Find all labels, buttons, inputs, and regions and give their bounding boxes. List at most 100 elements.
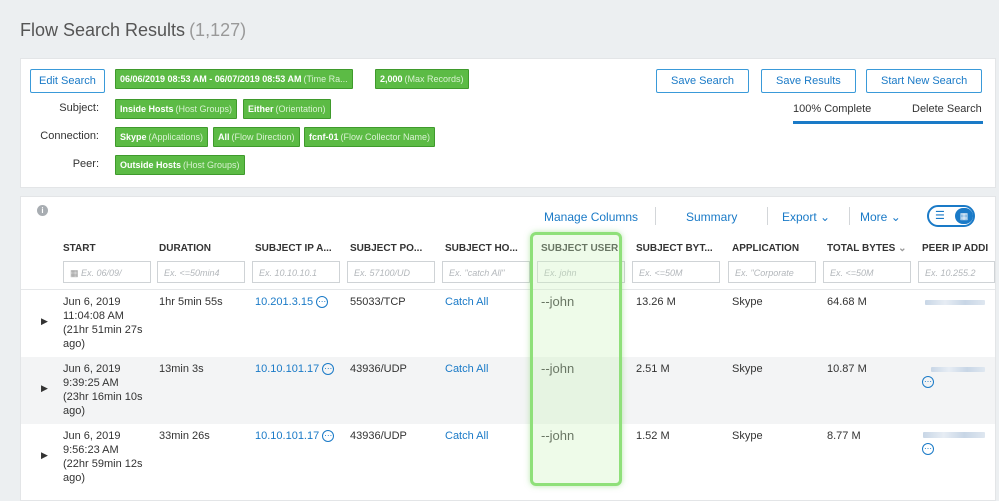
sort-desc-icon: ⌄ <box>898 243 907 254</box>
flow-direction-value: All <box>218 132 230 142</box>
subject-host-link[interactable]: Catch All <box>445 295 488 309</box>
delete-search-link[interactable]: Delete Search <box>912 103 982 115</box>
subject-orientation-value: Either <box>248 104 274 114</box>
subject-ip-link[interactable]: 10.10.101.17 <box>255 363 319 375</box>
subject-ip-filter-input[interactable]: Ex. 10.10.10.1 <box>252 261 340 283</box>
subject-bytes-cell: 2.51 M <box>636 363 670 375</box>
column-header-duration[interactable]: DURATION <box>159 243 211 254</box>
subject-bytes-cell: 1.52 M <box>636 430 670 442</box>
manage-columns-link[interactable]: Manage Columns <box>544 210 638 224</box>
save-search-button[interactable]: Save Search <box>656 69 749 93</box>
duration-cell: 33min 26s <box>159 430 210 442</box>
subject-port-cell: 43936/UDP <box>350 363 407 375</box>
peer-ip-redacted <box>931 367 985 372</box>
table-row[interactable]: ▶ Jun 6, 2019 9:39:25 AM (23hr 16min 10s… <box>21 357 995 424</box>
page-title: Flow Search Results (1,127) <box>20 20 246 41</box>
time-range-label: (Time Ra... <box>303 74 348 84</box>
peer-hosts-chip[interactable]: Outside Hosts (Host Groups) <box>115 155 245 175</box>
subject-orientation-chip[interactable]: Either (Orientation) <box>243 99 331 119</box>
total-bytes-filter-input[interactable]: Ex. <=50M <box>823 261 911 283</box>
connection-app-label: (Applications) <box>148 132 204 142</box>
subject-ip-cell[interactable]: 10.201.3.15 ⋯ <box>255 295 329 309</box>
export-label: Export <box>782 210 817 224</box>
more-menu[interactable]: More ⌄ <box>860 210 901 224</box>
subject-host-link[interactable]: Catch All <box>445 362 488 376</box>
save-results-button[interactable]: Save Results <box>761 69 856 93</box>
application-filter-input[interactable]: Ex. "Corporate <box>728 261 816 283</box>
more-label: More <box>860 210 888 224</box>
table-row[interactable]: ▶ Jun 6, 2019 11:04:08 AM (21hr 51min 27… <box>21 290 995 357</box>
connection-app-chip[interactable]: Skype (Applications) <box>115 127 209 147</box>
toolbar-divider <box>655 207 656 225</box>
start-ago: ago) <box>63 405 86 417</box>
expand-row-icon[interactable]: ▶ <box>41 316 48 327</box>
column-header-subject-port[interactable]: SUBJECT PO... <box>350 243 422 254</box>
more-options-icon[interactable]: ⋯ <box>922 443 934 456</box>
start-cell: Jun 6, 2019 9:39:25 AM (23hr 16min 10s a… <box>63 362 143 418</box>
start-date: Jun 6, 2019 <box>63 363 121 375</box>
time-range-chip[interactable]: 06/06/2019 08:53 AM - 06/07/2019 08:53 A… <box>115 69 353 89</box>
start-ago: ago) <box>63 338 86 350</box>
start-filter-input[interactable]: ▦ Ex. 06/09/ <box>63 261 151 283</box>
subject-ip-cell[interactable]: 10.10.101.17 ⋯ <box>255 429 335 443</box>
column-header-total-bytes[interactable]: TOTAL BYTES ⌄ <box>827 243 907 254</box>
start-date: Jun 6, 2019 <box>63 296 121 308</box>
more-options-icon[interactable]: ⋯ <box>316 296 329 309</box>
column-header-start[interactable]: START <box>63 243 96 254</box>
flow-direction-chip[interactable]: All (Flow Direction) <box>213 127 300 147</box>
column-header-subject-ip[interactable]: SUBJECT IP A... <box>255 243 332 254</box>
subject-hosts-chip[interactable]: Inside Hosts (Host Groups) <box>115 99 238 119</box>
expand-row-icon[interactable]: ▶ <box>41 450 48 461</box>
calendar-icon: ▦ <box>70 268 79 278</box>
summary-link[interactable]: Summary <box>686 210 737 224</box>
start-new-search-button[interactable]: Start New Search <box>866 69 983 93</box>
max-records-label: (Max Records) <box>404 74 464 84</box>
subject-host-link[interactable]: Catch All <box>445 429 488 443</box>
total-bytes-cell: 8.77 M <box>827 430 861 442</box>
peer-ip-cell[interactable]: ⋯ <box>922 442 934 456</box>
column-header-application[interactable]: APPLICATION <box>732 243 799 254</box>
expand-row-icon[interactable]: ▶ <box>41 383 48 394</box>
info-icon[interactable]: i <box>37 205 48 216</box>
more-options-icon[interactable]: ⋯ <box>322 363 335 376</box>
max-records-chip[interactable]: 2,000 (Max Records) <box>375 69 469 89</box>
column-header-subject-host[interactable]: SUBJECT HO... <box>445 243 518 254</box>
subject-ip-cell[interactable]: 10.10.101.17 ⋯ <box>255 362 335 376</box>
toolbar-divider <box>767 207 768 225</box>
page-title-text: Flow Search Results <box>20 20 186 40</box>
column-header-subject-user[interactable]: SUBJECT USER <box>541 243 618 254</box>
duration-filter-input[interactable]: Ex. <=50min4 <box>157 261 245 283</box>
start-time: 9:56:23 AM <box>63 444 119 456</box>
peer-ip-filter-input[interactable]: Ex. 10.255.2 <box>918 261 995 283</box>
chevron-down-icon: ⌄ <box>890 210 901 224</box>
edit-search-button[interactable]: Edit Search <box>30 69 105 93</box>
subject-host-filter-input[interactable]: Ex. "catch All" <box>442 261 530 283</box>
subject-ip-link[interactable]: 10.201.3.15 <box>255 296 313 308</box>
view-toggle[interactable]: ☰ ▦ <box>927 205 975 227</box>
more-options-icon[interactable]: ⋯ <box>922 376 934 389</box>
start-cell: Jun 6, 2019 9:56:23 AM (22hr 59min 12s a… <box>63 429 143 485</box>
start-relative: (22hr 59min 12s <box>63 458 143 470</box>
subject-ip-link[interactable]: 10.10.101.17 <box>255 430 319 442</box>
export-menu[interactable]: Export ⌄ <box>782 210 830 224</box>
start-time: 9:39:25 AM <box>63 377 119 389</box>
progress-label: 100% Complete <box>793 103 872 115</box>
table-row[interactable]: ▶ Jun 6, 2019 9:56:23 AM (22hr 59min 12s… <box>21 424 995 491</box>
progress-bar <box>793 121 983 124</box>
start-relative: (21hr 51min 27s <box>63 324 143 336</box>
more-options-icon[interactable]: ⋯ <box>322 430 335 443</box>
subject-orientation-label: (Orientation) <box>275 104 326 114</box>
result-count: (1,127) <box>189 20 247 40</box>
peer-ip-cell[interactable]: ⋯ <box>922 375 934 389</box>
subject-user-filter-input[interactable]: Ex. john <box>537 261 625 283</box>
peer-label: Peer: <box>72 158 99 170</box>
flow-collector-label: (Flow Collector Name) <box>340 132 431 142</box>
connection-app-value: Skype <box>120 132 147 142</box>
application-cell: Skype <box>732 296 763 308</box>
subject-user-cell: --john <box>541 294 575 309</box>
column-header-peer-ip[interactable]: PEER IP ADDI <box>922 243 988 254</box>
column-header-subject-bytes[interactable]: SUBJECT BYT... <box>636 243 713 254</box>
flow-collector-chip[interactable]: fcnf-01 (Flow Collector Name) <box>304 127 436 147</box>
subject-bytes-filter-input[interactable]: Ex. <=50M <box>632 261 720 283</box>
subject-port-filter-input[interactable]: Ex. 57100/UD <box>347 261 435 283</box>
